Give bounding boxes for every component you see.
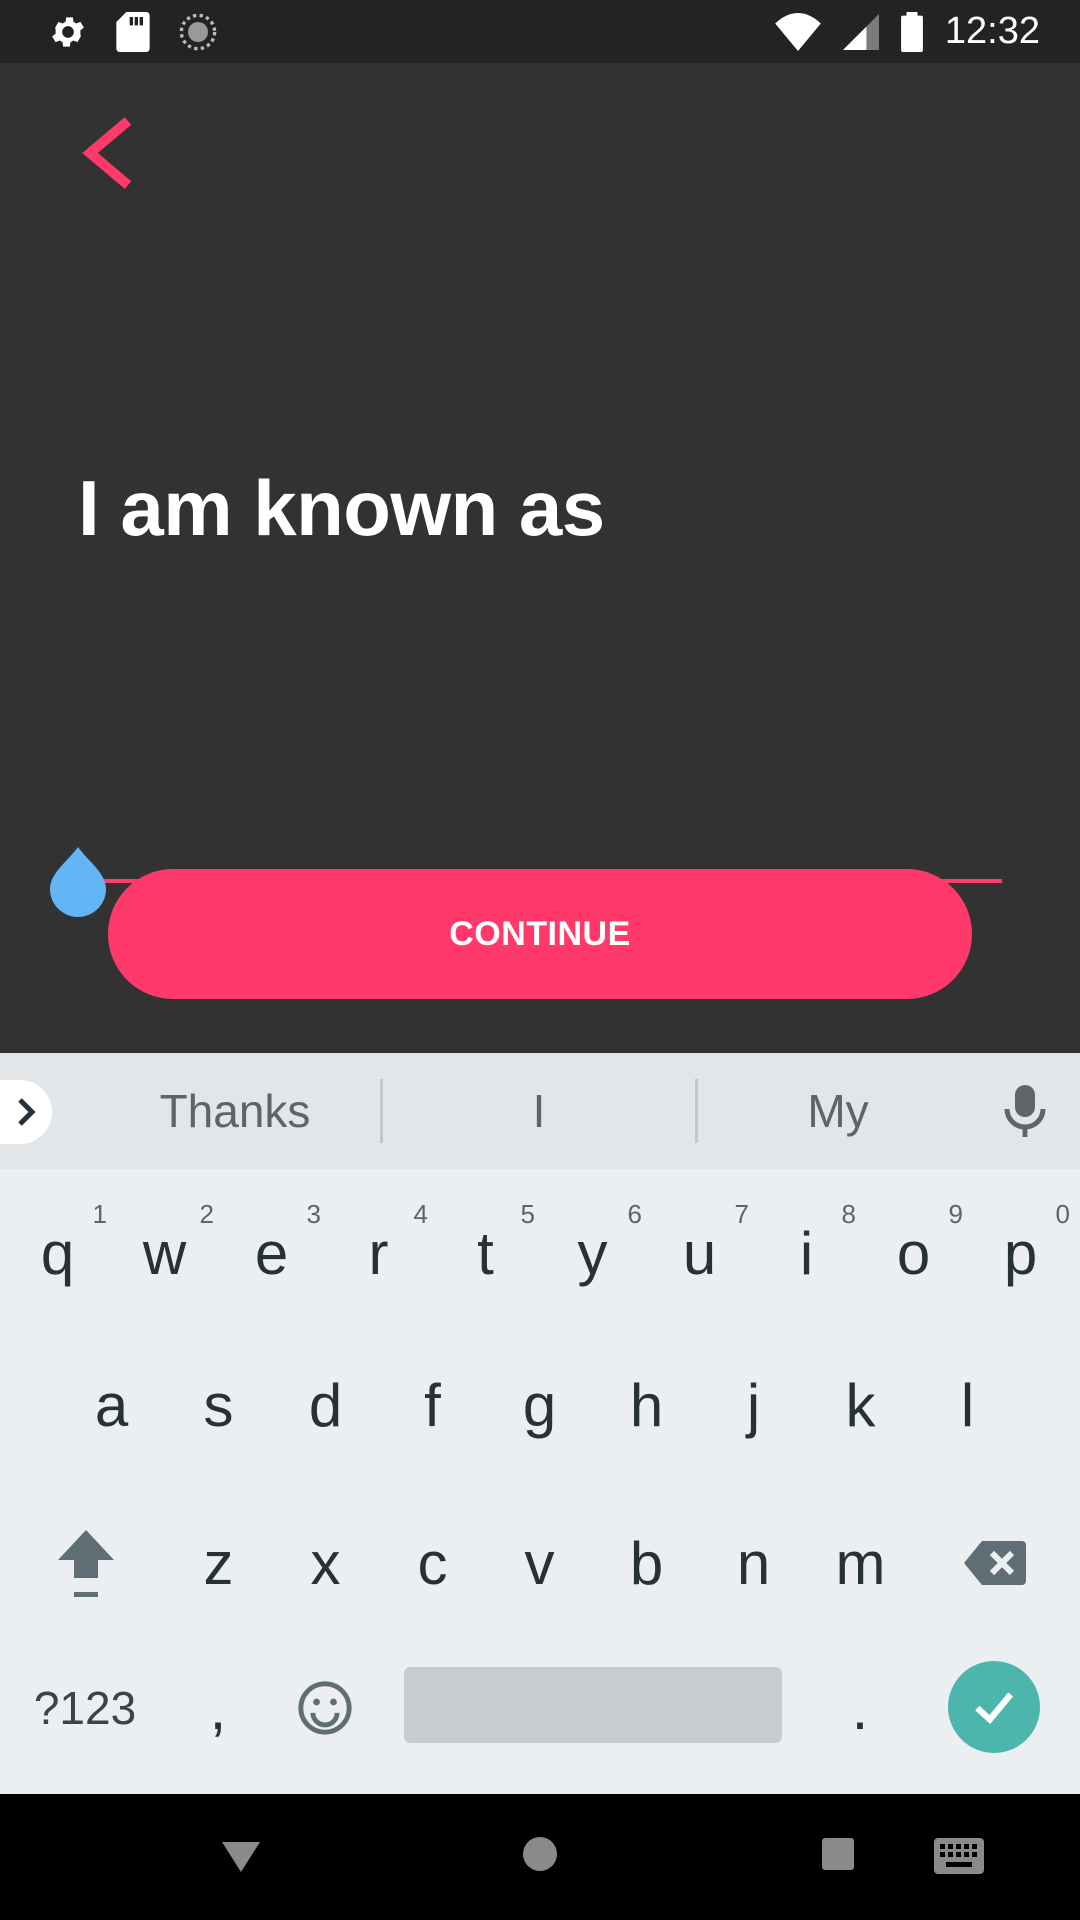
key-p-label: p: [1003, 1219, 1038, 1287]
continue-button[interactable]: CONTINUE: [108, 869, 972, 999]
text-cursor-handle[interactable]: [48, 843, 108, 919]
suggestion-3[interactable]: My: [698, 1053, 978, 1169]
chevron-left-icon: [82, 117, 132, 189]
settings-icon: [52, 16, 84, 47]
key-u-label: u: [682, 1219, 717, 1287]
key-g[interactable]: g: [486, 1345, 593, 1465]
sync-icon: [179, 13, 217, 50]
key-q-label: q: [40, 1219, 75, 1287]
key-p[interactable]: p0: [967, 1193, 1074, 1313]
key-q[interactable]: q1: [4, 1193, 111, 1313]
keyboard-switch-icon[interactable]: [932, 1836, 986, 1876]
key-w-hint: 2: [199, 1199, 214, 1229]
status-bar: 12:32: [0, 0, 1080, 63]
key-i-label: i: [799, 1219, 814, 1287]
key-w-label: w: [142, 1219, 187, 1287]
shift-key[interactable]: [28, 1503, 143, 1623]
page-title: I am known as: [78, 464, 605, 552]
name-input[interactable]: [78, 768, 1002, 824]
key-i[interactable]: i8: [753, 1193, 860, 1313]
navigation-bar: [0, 1794, 1080, 1920]
key-d[interactable]: d: [272, 1345, 379, 1465]
key-j[interactable]: j: [700, 1345, 807, 1465]
emoji-key[interactable]: [270, 1653, 380, 1763]
shift-icon: [57, 1530, 114, 1597]
key-r[interactable]: r4: [325, 1193, 432, 1313]
key-x[interactable]: x: [272, 1503, 379, 1623]
key-z[interactable]: z: [165, 1503, 272, 1623]
key-l[interactable]: l: [914, 1345, 1021, 1465]
key-r-hint: 4: [413, 1199, 428, 1229]
key-h[interactable]: h: [593, 1345, 700, 1465]
period-key[interactable]: .: [810, 1653, 910, 1763]
name-entry-screen: I am known as CONTINUE: [0, 63, 1080, 1053]
comma-key[interactable]: ,: [168, 1653, 268, 1763]
back-icon[interactable]: [218, 1836, 264, 1876]
key-n[interactable]: n: [700, 1503, 807, 1623]
key-t-label: t: [477, 1219, 494, 1287]
key-b[interactable]: b: [593, 1503, 700, 1623]
key-p-hint: 0: [1055, 1199, 1070, 1229]
key-v[interactable]: v: [486, 1503, 593, 1623]
back-button[interactable]: [70, 103, 150, 203]
key-e[interactable]: e3: [218, 1193, 325, 1313]
key-k[interactable]: k: [807, 1345, 914, 1465]
key-t[interactable]: t5: [432, 1193, 539, 1313]
battery-icon: [900, 11, 923, 52]
keyboard: Thanks I My q1 w2 e3 r4 t5 y6 u7 i8 o9 p…: [0, 1053, 1080, 1794]
key-a[interactable]: a: [58, 1345, 165, 1465]
key-r-label: r: [368, 1219, 389, 1287]
signal-icon: [842, 13, 879, 50]
key-u-hint: 7: [734, 1199, 749, 1229]
name-field[interactable]: [78, 768, 1002, 883]
home-icon[interactable]: [520, 1834, 560, 1874]
key-o[interactable]: o9: [860, 1193, 967, 1313]
key-o-label: o: [896, 1219, 931, 1287]
key-i-hint: 8: [841, 1199, 856, 1229]
key-y-hint: 6: [627, 1199, 642, 1229]
key-u[interactable]: u7: [646, 1193, 753, 1313]
key-q-hint: 1: [92, 1199, 107, 1229]
key-e-hint: 3: [306, 1199, 321, 1229]
suggestions-expand-button[interactable]: [0, 1080, 52, 1144]
recents-icon[interactable]: [820, 1836, 856, 1872]
microphone-icon[interactable]: [1000, 1083, 1050, 1139]
emoji-icon: [298, 1681, 352, 1735]
backspace-key[interactable]: [940, 1503, 1050, 1623]
key-y-label: y: [577, 1219, 608, 1287]
suggestion-1[interactable]: Thanks: [90, 1053, 380, 1169]
key-s[interactable]: s: [165, 1345, 272, 1465]
key-w[interactable]: w2: [111, 1193, 218, 1313]
chevron-right-icon: [18, 1098, 36, 1126]
key-m[interactable]: m: [807, 1503, 914, 1623]
space-key[interactable]: [404, 1667, 782, 1743]
checkmark-icon: [975, 1692, 1014, 1725]
wifi-icon: [775, 12, 821, 51]
symbols-key[interactable]: ?123: [10, 1653, 160, 1763]
key-f[interactable]: f: [379, 1345, 486, 1465]
suggestion-2[interactable]: I: [383, 1053, 695, 1169]
backspace-icon: [964, 1541, 1026, 1585]
sd-card-icon: [116, 11, 150, 52]
key-t-hint: 5: [520, 1199, 535, 1229]
key-o-hint: 9: [948, 1199, 963, 1229]
suggestion-bar: Thanks I My: [0, 1053, 1080, 1169]
key-c[interactable]: c: [379, 1503, 486, 1623]
status-time: 12:32: [944, 10, 1040, 52]
enter-key[interactable]: [948, 1661, 1040, 1753]
key-e-label: e: [254, 1219, 289, 1287]
key-y[interactable]: y6: [539, 1193, 646, 1313]
